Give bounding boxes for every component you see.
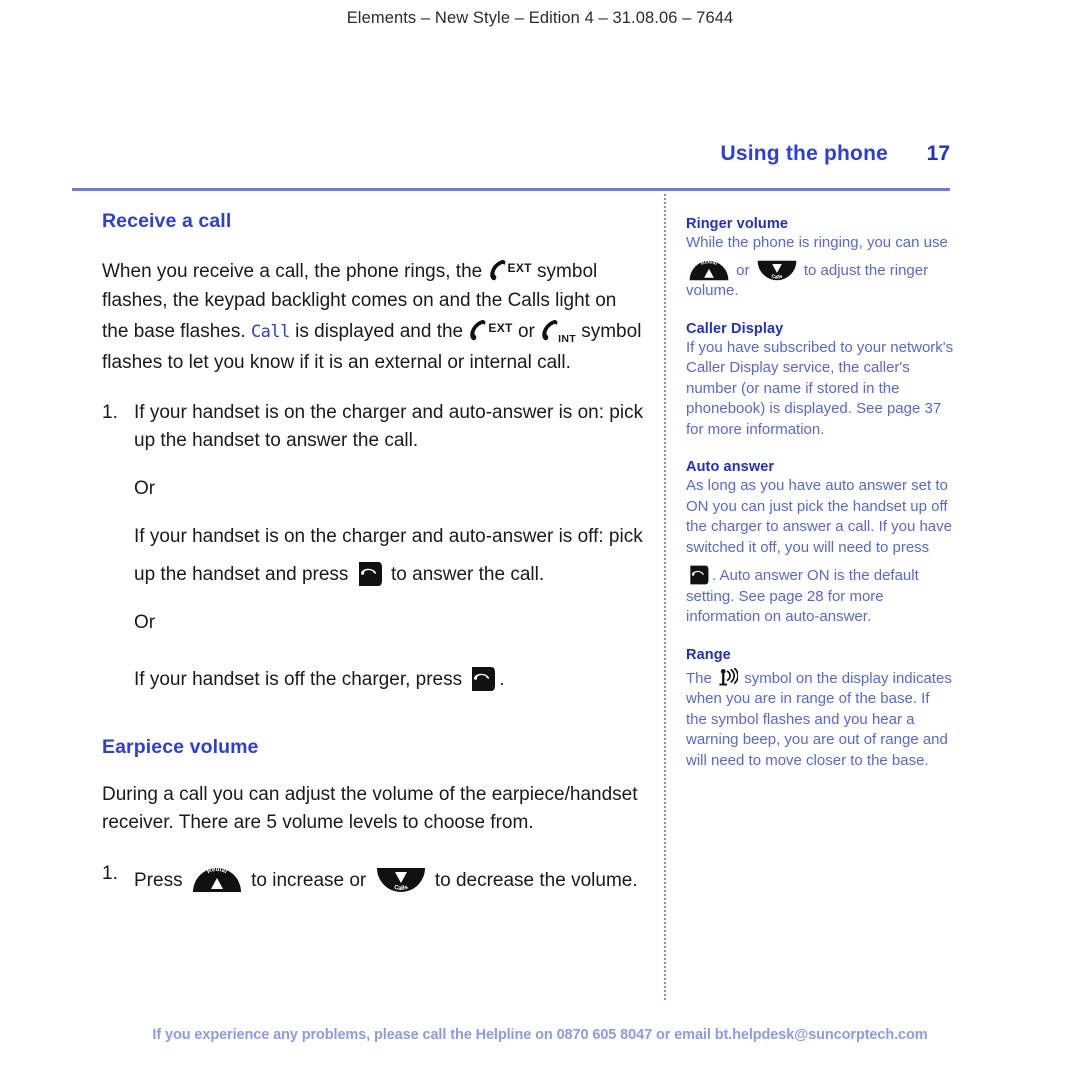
sidebar-text-range: The symbol on the display indicates when… — [686, 664, 954, 772]
sidebar-block-auto-answer: Auto answer As long as you have auto ans… — [686, 459, 954, 628]
main-column: Receive a call When you receive a call, … — [102, 210, 647, 915]
volume-text-b: to increase or — [251, 869, 367, 891]
sidebar-heading-auto-answer: Auto answer — [686, 459, 775, 475]
volume-list-item-1: 1. Press Redial to increase or Calls to … — [102, 860, 647, 895]
or-separator-1: Or — [134, 478, 156, 500]
list-item-1-number: 1. — [102, 401, 118, 423]
or-separator-2: Or — [134, 611, 156, 633]
sidebar-block-range: Range The symbol on the display indicate… — [686, 647, 954, 772]
auto-answer-text-a: As long as you have auto answer set to O… — [686, 477, 952, 556]
list-item-2-text-a: If your handset is on the charger and au… — [134, 526, 643, 585]
handset-ext-icon-2 — [469, 319, 487, 341]
handset-ext-icon — [489, 259, 506, 281]
list-item-3: If your handset is off the charger, pres… — [134, 657, 647, 694]
footer-helpline: If you experience any problems, please c… — [152, 1027, 928, 1043]
sidebar-block-caller-display: Caller Display If you have subscribed to… — [686, 321, 954, 441]
list-item-1: 1. If your handset is on the charger and… — [102, 399, 647, 455]
list-item-2-text-b: to answer the call. — [391, 563, 545, 585]
redial-up-key-icon-sidebar: Redial — [688, 260, 730, 281]
receive-a-call-intro-paragraph: When you receive a call, the phone rings… — [102, 255, 647, 377]
auto-answer-text-b: . Auto answer ON is the default setting.… — [686, 567, 919, 625]
antenna-range-icon — [718, 667, 739, 687]
sidebar-heading-caller-display: Caller Display — [686, 320, 784, 337]
sidebar-text-ringer-volume: While the phone is ringing, you can use … — [686, 233, 954, 302]
ext-superscript-label: EXT — [507, 261, 532, 275]
int-subscript-label: INT — [558, 333, 576, 346]
section-heading-earpiece-volume: Earpiece volume — [102, 736, 259, 759]
volume-text-a: Press — [134, 869, 183, 891]
calls-down-key-icon: Calls — [375, 867, 427, 893]
talk-key-icon-sidebar — [688, 564, 710, 586]
volume-list-item-1-number: 1. — [102, 862, 118, 884]
page-number: 17 — [926, 142, 950, 165]
redial-up-key-icon: Redial — [191, 867, 243, 893]
talk-key-icon-2 — [469, 665, 497, 693]
header-rule — [72, 188, 950, 191]
intro-text-part1: When you receive a call, the phone rings… — [102, 261, 483, 282]
ringer-text-a: While the phone is ringing, you can use — [686, 234, 948, 251]
sidebar-text-auto-answer: As long as you have auto answer set to O… — [686, 476, 954, 628]
sidebar-block-ringer-volume: Ringer volume While the phone is ringing… — [686, 216, 954, 302]
section-heading-receive-a-call: Receive a call — [102, 210, 232, 232]
range-text-a: The — [686, 669, 712, 687]
calls-down-key-icon-sidebar: Calls — [756, 260, 798, 281]
list-item-2: If your handset is on the charger and au… — [134, 523, 647, 588]
list-item-3-text-a: If your handset is off the charger, pres… — [134, 669, 463, 691]
earpiece-volume-paragraph: During a call you can adjust the volume … — [102, 784, 638, 834]
sidebar-column: Ringer volume While the phone is ringing… — [686, 216, 954, 790]
volume-text-c: to decrease the volume. — [434, 869, 638, 891]
ext-superscript-label-2: EXT — [488, 321, 513, 336]
ringer-text-b: or — [736, 261, 750, 279]
lcd-call-text: Call — [250, 322, 290, 343]
page-header: Using the phone 17 — [72, 142, 951, 166]
intro-text-part3: is displayed and the — [295, 321, 464, 343]
talk-key-icon — [356, 560, 384, 588]
list-item-1-text: If your handset is on the charger and au… — [134, 401, 644, 452]
list-item-3-text-b: . — [499, 669, 505, 691]
sidebar-text-caller-display: If you have subscribed to your network's… — [686, 338, 954, 438]
handset-int-icon — [541, 319, 558, 341]
chapter-title: Using the phone — [720, 142, 888, 165]
column-divider — [664, 194, 666, 1000]
sidebar-heading-range: Range — [686, 646, 731, 663]
intro-text-or: or — [517, 321, 535, 343]
sidebar-heading-ringer-volume: Ringer volume — [686, 216, 789, 232]
running-head: Elements – New Style – Edition 4 – 31.08… — [346, 9, 734, 27]
